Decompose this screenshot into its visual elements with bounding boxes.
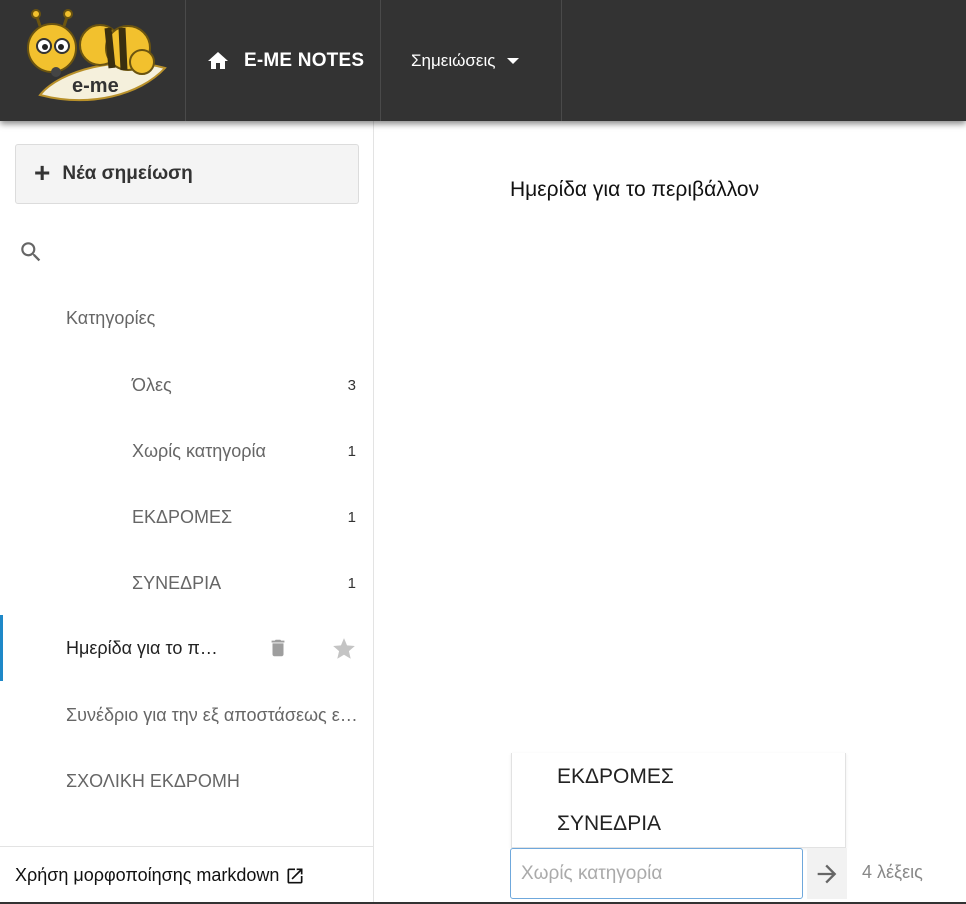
category-item-uncategorized[interactable]: Χωρίς κατηγορία 1 [132, 431, 362, 471]
search-icon[interactable] [18, 239, 44, 265]
new-note-label: Νέα σημείωση [62, 163, 193, 184]
external-link-icon [287, 868, 303, 883]
note-title: ΣΧΟΛΙΚΗ ΕΚΔΡΟΜΗ [66, 770, 240, 791]
notes-menu-dropdown[interactable]: Σημειώσεις [381, 0, 562, 121]
word-count: 4 λέξεις [862, 862, 923, 882]
category-label: Χωρίς κατηγορία [132, 440, 266, 461]
plus-icon: + [34, 157, 51, 188]
note-title: Συνέδριο για την εξ αποστάσεως εκπαίδευσ… [66, 704, 358, 725]
category-item-synedria[interactable]: ΣΥΝΕΔΡΙΑ 1 [132, 563, 362, 603]
category-count: 1 [347, 574, 356, 592]
new-note-button[interactable]: + Νέα σημείωση [15, 144, 359, 204]
category-option-synedria[interactable]: ΣΥΝΕΔΡΙΑ [512, 800, 845, 847]
note-list-item[interactable]: ΣΧΟΛΙΚΗ ΕΚΔΡΟΜΗ [0, 748, 374, 814]
apply-category-button[interactable] [807, 848, 847, 899]
logo-text: e-me [72, 75, 119, 97]
e-me-logo-icon: e-me [27, 9, 167, 102]
categories-heading: Κατηγορίες [66, 308, 156, 328]
note-editor-title[interactable]: Ημερίδα για το περιβάλλον [510, 178, 759, 202]
notes-menu-label: Σημειώσεις [411, 50, 496, 70]
markdown-help-link[interactable]: Χρήση μορφοποίησης markdown [0, 846, 374, 904]
trash-icon[interactable] [267, 636, 289, 660]
home-link[interactable]: E-ME NOTES [186, 0, 381, 121]
category-autocomplete-dropdown: ΕΚΔΡΟΜΕΣ ΣΥΝΕΔΡΙΑ [511, 753, 846, 848]
brand-title: E-ME NOTES [244, 49, 365, 71]
category-label: ΣΥΝΕΔΡΙΑ [132, 572, 222, 593]
category-count: 3 [347, 376, 356, 394]
category-count: 1 [347, 508, 356, 526]
category-label: ΕΚΔΡΟΜΕΣ [132, 506, 233, 527]
sidebar: + Νέα σημείωση Κατηγορίες Όλες 3 Χωρίς κ… [0, 121, 374, 904]
home-icon [208, 51, 228, 69]
category-input[interactable] [510, 848, 803, 899]
category-item-ekdromes[interactable]: ΕΚΔΡΟΜΕΣ 1 [132, 497, 362, 537]
note-list-item[interactable]: Συνέδριο για την εξ αποστάσεως εκπαίδευσ… [0, 682, 374, 748]
category-count: 1 [347, 442, 356, 460]
category-label: Όλες [132, 374, 172, 395]
top-navbar: e-me E-ME NOTES Σημειώσεις [0, 0, 966, 121]
caret-down-icon [507, 57, 520, 64]
note-title: Ημερίδα για το περιβάλλον [66, 637, 224, 658]
category-item-all[interactable]: Όλες 3 [132, 365, 362, 405]
star-icon[interactable] [331, 636, 357, 662]
arrow-right-icon [817, 864, 837, 883]
category-option-ekdromes[interactable]: ΕΚΔΡΟΜΕΣ [512, 753, 845, 800]
logo[interactable]: e-me [0, 0, 186, 121]
markdown-help-label: Χρήση μορφοποίησης markdown [15, 865, 280, 885]
note-list-item-active[interactable]: Ημερίδα για το περιβάλλον [0, 615, 374, 681]
